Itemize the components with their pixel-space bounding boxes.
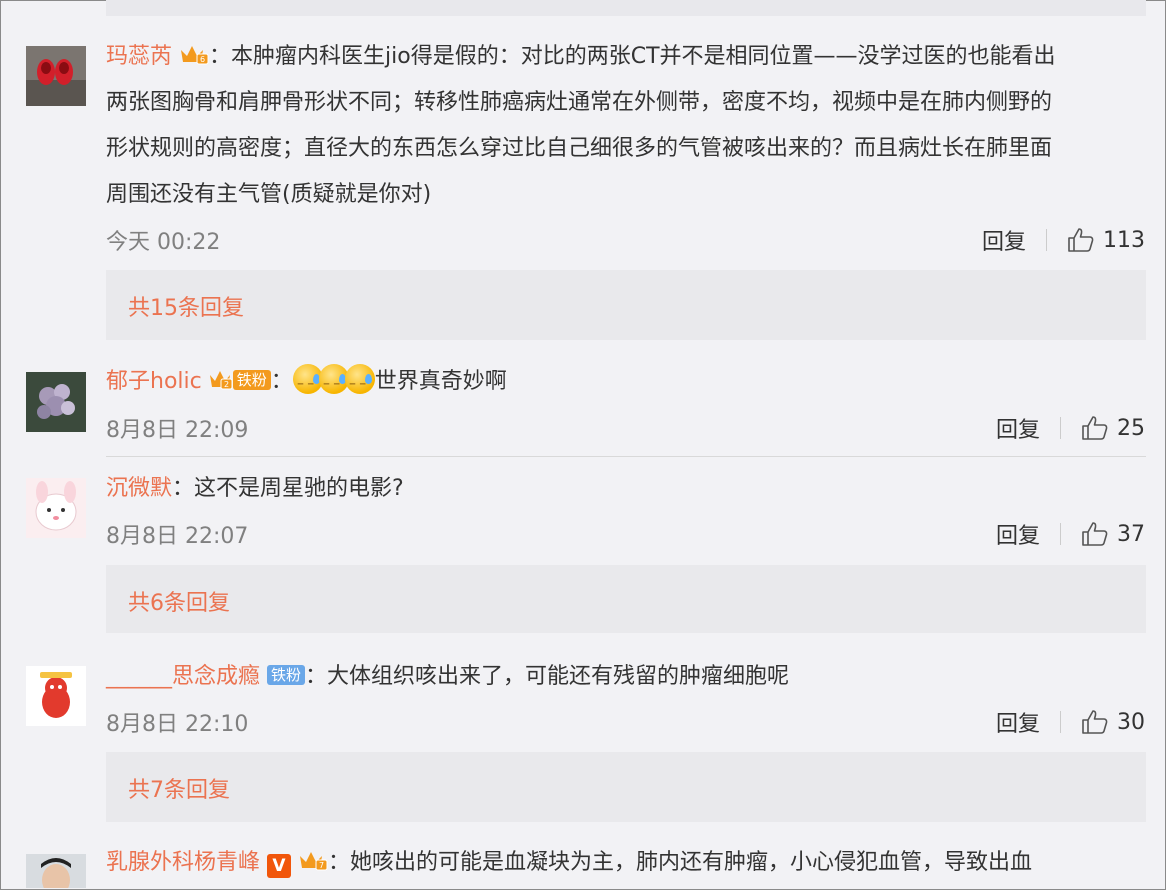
reply-button[interactable]: 回复 (982, 224, 1026, 256)
comment-actions: 回复 25 (996, 412, 1145, 444)
like-button[interactable]: 30 (1081, 709, 1145, 735)
replies-expander[interactable]: 共15条回复 (106, 270, 1146, 340)
avatar[interactable] (26, 372, 86, 432)
comment-text: 这不是周星驰的电影? (194, 476, 404, 501)
comment-line-4: 周围还没有主气管(质疑就是你对) (106, 182, 432, 207)
colon: ： (328, 850, 351, 875)
username[interactable]: 郁子holic (106, 369, 202, 394)
svg-text:7: 7 (319, 861, 324, 870)
avatar[interactable] (26, 666, 86, 726)
timestamp: 8月8日 22:09 (106, 418, 249, 443)
svg-text:2: 2 (224, 380, 229, 389)
timestamp: 8月8日 22:07 (106, 524, 249, 549)
thumbs-up-icon (1068, 228, 1094, 252)
username[interactable]: 沉微默 (106, 476, 172, 501)
colon: ： (172, 476, 195, 501)
crown-badge-icon: 2 (209, 367, 233, 390)
divider (106, 456, 1146, 457)
username[interactable]: ______思念成瘾 (106, 664, 260, 689)
avatar[interactable] (26, 46, 86, 106)
crown-badge-icon: 6 (179, 42, 209, 65)
svg-text:6: 6 (200, 55, 205, 64)
timestamp: 今天 00:22 (106, 230, 221, 255)
replies-expander[interactable]: 共7条回复 (106, 752, 1146, 822)
comment-body: ______思念成瘾 铁粉 ：大体组织咳出来了，可能还有残留的肿瘤细胞呢 (106, 660, 1146, 694)
comment-text: 世界真奇妙啊 (374, 369, 507, 394)
replies-expander[interactable]: 共6条回复 (106, 565, 1146, 633)
fan-badge: 铁粉 (267, 665, 306, 685)
colon: ： (270, 369, 293, 394)
replies-summary[interactable]: 共15条回复 (128, 290, 244, 322)
colon: ： (305, 664, 328, 689)
replies-summary[interactable]: 共7条回复 (128, 772, 230, 804)
verified-v-icon: V (267, 854, 292, 878)
thumbs-up-icon (1082, 522, 1108, 546)
reply-button[interactable]: 回复 (996, 518, 1040, 550)
reply-button[interactable]: 回复 (996, 706, 1040, 738)
avatar-image (26, 478, 86, 538)
thumbs-up-icon (1082, 416, 1108, 440)
avatar[interactable] (26, 854, 86, 888)
comment-text: 大体组织咳出来了，可能还有残留的肿瘤细胞呢 (327, 664, 790, 689)
avatar-image (26, 46, 86, 106)
thumbs-up-icon (1082, 710, 1108, 734)
divider (1046, 229, 1047, 251)
comment-body: 沉微默：这不是周星驰的电影? (106, 472, 1146, 506)
comment-text: 她咳出的可能是血凝块为主，肺内还有肿瘤，小心侵犯血管，导致出血 (350, 850, 1033, 875)
username[interactable]: 玛蕊芮 (106, 44, 172, 69)
like-button[interactable]: 25 (1081, 415, 1145, 441)
comment-actions: 回复 30 (996, 706, 1145, 738)
comment-actions: 回复 37 (996, 518, 1145, 550)
like-count: 30 (1117, 709, 1145, 735)
comment-body: 乳腺外科杨青峰 V 7 ：她咳出的可能是血凝块为主，肺内还有肿瘤，小心侵犯血管，… (106, 846, 1146, 880)
like-button[interactable]: 113 (1067, 227, 1145, 253)
divider (1060, 417, 1061, 439)
comment-line-3: 形状规则的高密度；直径大的东西怎么穿过比自己细很多的气管被咳出来的？而且病灶长在… (106, 136, 1053, 161)
timestamp: 8月8日 22:10 (106, 712, 249, 737)
avatar-image (26, 854, 86, 888)
divider (1060, 711, 1061, 733)
comment-line-1: 玛蕊芮 6 ：本肿瘤内科医生jio得是假的：对比的两张CT并不是相同位置——没学… (106, 40, 1146, 74)
avatar[interactable] (26, 478, 86, 538)
avatar-image (26, 666, 86, 726)
divider (1060, 523, 1061, 545)
like-count: 113 (1103, 227, 1145, 253)
reply-button[interactable]: 回复 (996, 412, 1040, 444)
comment-body: 郁子holic 2 铁粉： 世界真奇妙啊 (106, 364, 1146, 402)
comment-actions: 回复 113 (982, 224, 1145, 256)
comment-line-2: 两张图胸骨和肩胛骨形状不同；转移性肺癌病灶通常在外侧带，密度不均，视频中是在肺内… (106, 90, 1053, 115)
like-count: 25 (1117, 415, 1145, 441)
crown-badge-icon: 7 (298, 848, 328, 871)
crying-emoji-icon (344, 364, 375, 402)
fan-badge: 铁粉 (232, 370, 271, 390)
like-button[interactable]: 37 (1081, 521, 1145, 547)
replies-summary[interactable]: 共6条回复 (128, 585, 230, 617)
avatar-image (26, 372, 86, 432)
previous-reply-box (106, 0, 1146, 16)
colon: ： (209, 44, 232, 69)
like-count: 37 (1117, 521, 1145, 547)
comment-text: 本肿瘤内科医生jio得是假的：对比的两张CT并不是相同位置——没学过医的也能看出 (231, 44, 1056, 69)
username[interactable]: 乳腺外科杨青峰 (106, 850, 260, 875)
